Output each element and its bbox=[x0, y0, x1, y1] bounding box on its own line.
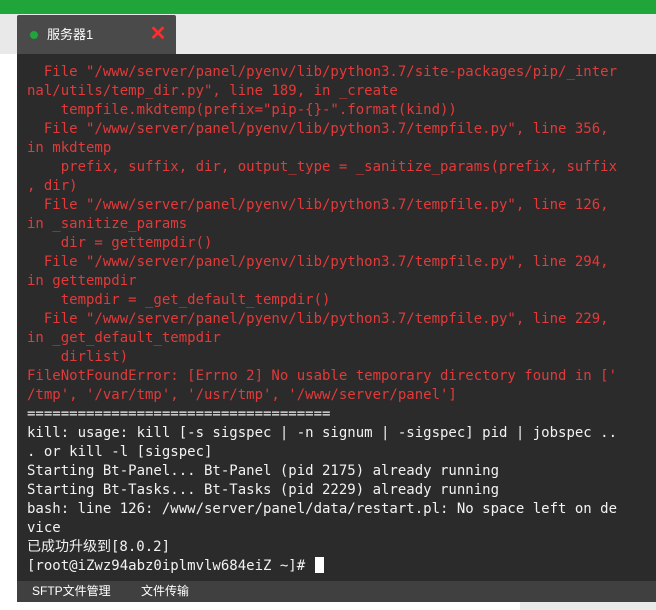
bottom-gray-strip bbox=[520, 602, 656, 610]
terminal-prompt-line[interactable]: [root@iZwz94abz0iplmvlw684eiZ ~]# bbox=[27, 557, 652, 576]
file-transfer-button[interactable]: 文件传输 bbox=[141, 581, 189, 602]
terminal-line: File "/www/server/panel/pyenv/lib/python… bbox=[27, 64, 618, 80]
terminal-line: prefix, suffix, dir, output_type = _sani… bbox=[27, 159, 618, 175]
terminal-line: File "/www/server/panel/pyenv/lib/python… bbox=[27, 121, 609, 137]
terminal-prompt: [root@iZwz94abz0iplmvlw684eiZ ~]# bbox=[27, 558, 314, 574]
terminal-footer: SFTP文件管理 文件传输 bbox=[17, 581, 656, 602]
terminal-line: in mkdtemp bbox=[27, 140, 112, 156]
terminal-line: 已成功升级到[8.0.2] bbox=[27, 539, 171, 555]
terminal-line: bash: line 126: /www/server/panel/data/r… bbox=[27, 501, 618, 517]
tab-server-1[interactable]: 服务器1 ✕ bbox=[17, 15, 176, 54]
terminal-output[interactable]: File "/www/server/panel/pyenv/lib/python… bbox=[17, 54, 656, 581]
terminal-line: vice bbox=[27, 520, 61, 536]
terminal-line: Starting Bt-Tasks... Bt-Tasks (pid 2229)… bbox=[27, 482, 500, 498]
terminal-line: Starting Bt-Panel... Bt-Panel (pid 2175)… bbox=[27, 463, 500, 479]
terminal-line: tempdir = _get_default_tempdir() bbox=[27, 292, 331, 308]
terminal-line: in _sanitize_params bbox=[27, 216, 188, 232]
terminal-line: ==================================== bbox=[27, 406, 331, 422]
terminal-line: File "/www/server/panel/pyenv/lib/python… bbox=[27, 254, 609, 270]
top-accent-bar bbox=[0, 0, 656, 14]
terminal-line: nal/utils/temp_dir.py", line 189, in _cr… bbox=[27, 83, 398, 99]
terminal-line: , dir) bbox=[27, 178, 78, 194]
tab-bar: 服务器1 ✕ bbox=[0, 14, 656, 54]
terminal-line: tempfile.mkdtemp(prefix="pip-{}-".format… bbox=[27, 102, 457, 118]
terminal-line: kill: usage: kill [-s sigspec | -n signu… bbox=[27, 425, 618, 441]
terminal-line: File "/www/server/panel/pyenv/lib/python… bbox=[27, 197, 609, 213]
sftp-file-manager-button[interactable]: SFTP文件管理 bbox=[32, 581, 111, 602]
terminal-line: File "/www/server/panel/pyenv/lib/python… bbox=[27, 311, 609, 327]
connection-status-dot-icon bbox=[30, 31, 38, 39]
terminal-line: in _get_default_tempdir bbox=[27, 330, 221, 346]
terminal-line: dirlist) bbox=[27, 349, 129, 365]
terminal-line: in gettempdir bbox=[27, 273, 137, 289]
tab-label: 服务器1 bbox=[47, 27, 94, 42]
terminal-lines: File "/www/server/panel/pyenv/lib/python… bbox=[27, 63, 652, 576]
terminal-line: FileNotFoundError: [Errno 2] No usable t… bbox=[27, 368, 618, 384]
terminal-line: /tmp', '/var/tmp', '/usr/tmp', '/www/ser… bbox=[27, 387, 457, 403]
terminal-cursor-icon bbox=[314, 557, 324, 573]
terminal-line: . or kill -l [sigspec] bbox=[27, 444, 213, 460]
close-icon[interactable]: ✕ bbox=[148, 24, 168, 44]
terminal-line: dir = gettempdir() bbox=[27, 235, 213, 251]
